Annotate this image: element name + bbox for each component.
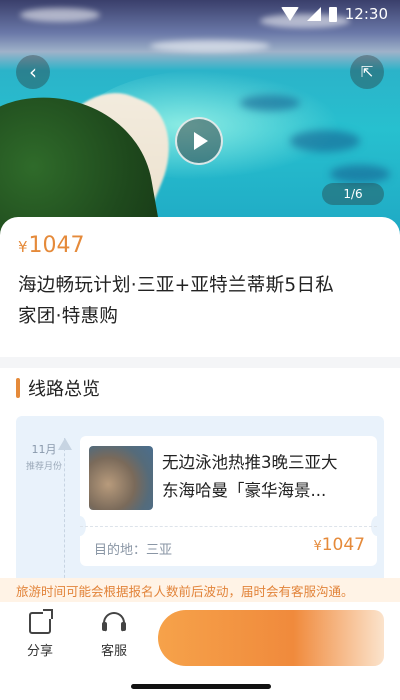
chevron-left-icon: ‹	[29, 60, 37, 84]
customer-service-button[interactable]: 客服	[89, 612, 139, 659]
home-indicator	[131, 684, 271, 689]
section-header: 线路总览	[16, 368, 384, 408]
trip-price: ¥1047	[313, 535, 365, 555]
trip-title-line: 东海哈曼「豪华海景...	[162, 481, 327, 500]
section-title: 线路总览	[28, 379, 100, 400]
battery-icon	[328, 6, 337, 22]
price-value: 1047	[28, 233, 85, 258]
mountain-icon	[58, 438, 72, 450]
share-icon	[29, 612, 51, 634]
cloud	[150, 40, 270, 52]
signal-icon	[306, 7, 321, 21]
product-info-card: ¥1047 海边畅玩计划·三亚+亚特兰蒂斯5日私 家团·特惠购	[0, 217, 400, 357]
trip-card[interactable]: 无边泳池热推3晚三亚大 东海哈曼「豪华海景... 目的地：三亚 ¥1047	[74, 436, 383, 566]
trip-price-currency: ¥	[313, 539, 322, 554]
share-top-button[interactable]: ⇱	[350, 55, 384, 89]
back-button[interactable]: ‹	[16, 55, 50, 89]
trip-divider	[80, 526, 377, 527]
month-caption: 推荐月份	[25, 462, 62, 472]
trip-title: 无边泳池热推3晚三亚大 东海哈曼「豪华海景...	[162, 449, 372, 505]
trip-destination: 目的地：三亚	[94, 543, 173, 558]
trip-title-line: 无边泳池热推3晚三亚大	[162, 453, 338, 472]
product-price: ¥1047	[18, 233, 382, 258]
product-title-line: 家团·特惠购	[18, 306, 119, 327]
service-label: 客服	[100, 644, 127, 659]
reef	[330, 165, 390, 183]
book-now-button[interactable]	[158, 610, 384, 666]
reef	[240, 95, 300, 111]
timeline-line	[64, 438, 65, 586]
status-time: 12:30	[344, 5, 388, 23]
headset-icon	[102, 612, 126, 634]
share-button[interactable]: 分享	[15, 612, 65, 659]
share-icon: ⇱	[360, 63, 374, 81]
status-bar: 12:30	[0, 0, 400, 28]
gallery-page-indicator: 1/6	[322, 183, 384, 205]
product-title-line: 海边畅玩计划·三亚+亚特兰蒂斯5日私	[18, 275, 335, 296]
play-icon	[194, 132, 208, 150]
route-timeline-box: 11月 推荐月份 无边泳池热推3晚三亚大 东海哈曼「豪华海景... 目的地：三亚…	[16, 416, 384, 586]
wifi-icon	[280, 7, 299, 21]
notice-banner: 旅游时间可能会根据报名人数前后波动，届时会有客服沟通。	[0, 578, 400, 602]
trip-price-value: 1047	[321, 535, 365, 555]
share-label: 分享	[26, 644, 53, 659]
product-title: 海边畅玩计划·三亚+亚特兰蒂斯5日私 家团·特惠购	[18, 270, 382, 332]
section-accent-bar	[16, 378, 20, 398]
route-overview-section: 线路总览 11月 推荐月份 无边泳池热推3晚三亚大 东海哈曼「豪华海景... 目…	[0, 368, 400, 586]
trip-thumbnail	[89, 446, 153, 510]
reef	[290, 130, 360, 152]
hero-image[interactable]: 12:30 ‹ ⇱ 1/6	[0, 0, 400, 235]
price-currency: ¥	[18, 238, 28, 256]
play-video-button[interactable]	[175, 117, 223, 165]
